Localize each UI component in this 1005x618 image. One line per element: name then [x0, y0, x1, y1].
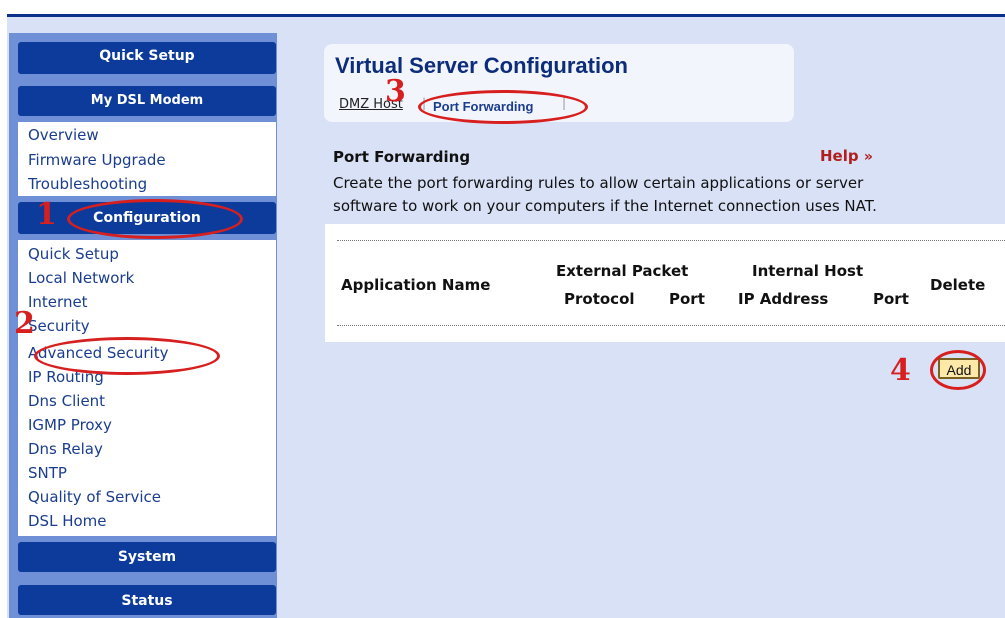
col-internal-port: Port: [873, 290, 909, 308]
col-application-name: Application Name: [341, 276, 491, 294]
sidebar-item-dns-client[interactable]: Dns Client: [28, 390, 105, 412]
sidebar-item-firmware-upgrade[interactable]: Firmware Upgrade: [28, 149, 166, 171]
annotation-ellipse-port-forwarding: [418, 90, 588, 124]
sidebar-item-local-network[interactable]: Local Network: [28, 267, 134, 289]
sidebar-item-quality-of-service[interactable]: Quality of Service: [28, 486, 161, 508]
nav-quick-setup[interactable]: Quick Setup: [18, 42, 276, 74]
table-divider: [337, 240, 1005, 241]
col-ip-address: IP Address: [738, 290, 829, 308]
col-protocol: Protocol: [564, 290, 635, 308]
annotation-number-4: 4: [890, 353, 911, 388]
col-external-port: Port: [669, 290, 705, 308]
top-strip: [0, 0, 1005, 14]
sidebar-item-quick-setup[interactable]: Quick Setup: [28, 243, 119, 265]
sidebar-item-overview[interactable]: Overview: [28, 124, 99, 146]
page-title: Virtual Server Configuration: [335, 53, 628, 78]
annotation-ellipse-configuration: [67, 199, 243, 239]
annotation-ellipse-add: [930, 350, 986, 390]
nav-status[interactable]: Status: [18, 585, 276, 615]
nav-system[interactable]: System: [18, 542, 276, 572]
description-line-2: software to work on your computers if th…: [333, 197, 877, 215]
col-group-external-packet: External Packet: [556, 262, 689, 280]
help-label: Help: [820, 147, 859, 165]
annotation-number-2: 2: [14, 306, 35, 341]
section-title: Port Forwarding: [333, 148, 471, 166]
col-delete: Delete: [930, 276, 986, 294]
table-divider: [337, 325, 1005, 326]
help-link[interactable]: Help »: [820, 147, 873, 165]
col-group-internal-host: Internal Host: [752, 262, 864, 280]
nav-my-dsl-modem[interactable]: My DSL Modem: [18, 86, 276, 116]
sidebar-item-internet[interactable]: Internet: [28, 291, 88, 313]
annotation-number-1: 1: [36, 197, 57, 232]
annotation-ellipse-advanced-security: [34, 337, 220, 375]
sidebar-item-troubleshooting[interactable]: Troubleshooting: [28, 173, 147, 195]
annotation-number-3: 3: [385, 74, 406, 109]
sidebar-item-dsl-home[interactable]: DSL Home: [28, 510, 107, 532]
sidebar-item-security[interactable]: Security: [28, 315, 90, 337]
double-chevron-icon: »: [863, 149, 873, 165]
description-line-1: Create the port forwarding rules to allo…: [333, 174, 864, 192]
sidebar-item-igmp-proxy[interactable]: IGMP Proxy: [28, 414, 112, 436]
sidebar-item-sntp[interactable]: SNTP: [28, 462, 67, 484]
sidebar-item-dns-relay[interactable]: Dns Relay: [28, 438, 103, 460]
